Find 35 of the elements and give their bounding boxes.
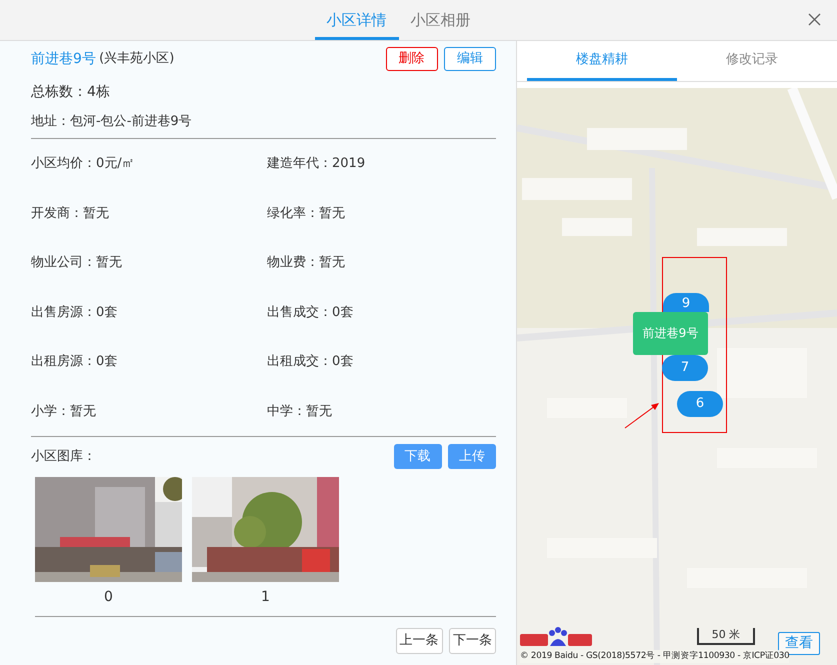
next-button[interactable]: 下一条 [449,628,496,654]
detail-field: 出售房源：0套 [31,304,267,322]
download-button[interactable]: 下载 [394,444,442,470]
community-parent: (兴丰苑小区) [99,50,174,68]
detail-field: 开发商：暂无 [31,204,267,222]
upload-button[interactable]: 上传 [448,444,496,470]
close-icon[interactable] [808,13,821,26]
detail-field: 出售成交：0套 [267,304,496,322]
detail-field: 中学：暂无 [267,402,496,421]
map-copyright: © 2019 Baidu - GS(2018)5572号 - 甲测资字1100930 - 京ICP证030 [520,650,790,663]
photo-caption: 0 [104,588,113,608]
detail-field: 建造年代：2019 [267,155,496,173]
gallery-label: 小区图库： [31,448,96,466]
delete-button[interactable]: 删除 [386,47,438,71]
tab[interactable]: 楼盘精耕 [527,41,677,80]
detail-field: 物业费：暂无 [267,254,496,272]
map-logo-icon [520,626,592,648]
photo-caption: 1 [261,588,270,608]
detail-field: 绿化率：暂无 [267,204,496,222]
building-label[interactable]: 前进巷9号 [633,312,708,355]
scale-bar: 50 米 [697,628,755,645]
detail-field: 物业公司：暂无 [31,254,267,272]
map-marker[interactable]: 9 [663,293,709,312]
detail-field: 小学：暂无 [31,402,267,421]
edit-button[interactable]: 编辑 [444,47,496,71]
tab[interactable]: 修改记录 [677,41,827,80]
previous-button[interactable]: 上一条 [396,628,442,654]
building-count: 总栋数：4栋 [31,83,111,102]
detail-field: 小区均价：0元/㎡ [31,155,267,173]
address: 地址：包河-包公-前进巷9号 [31,113,193,131]
detail-field: 出租成交：0套 [267,353,496,371]
detail-field: 出租房源：0套 [31,353,267,371]
pointer-arrow [624,401,660,429]
community-name: 前进巷9号 [31,50,96,68]
tab[interactable]: 小区相册 [398,0,482,40]
